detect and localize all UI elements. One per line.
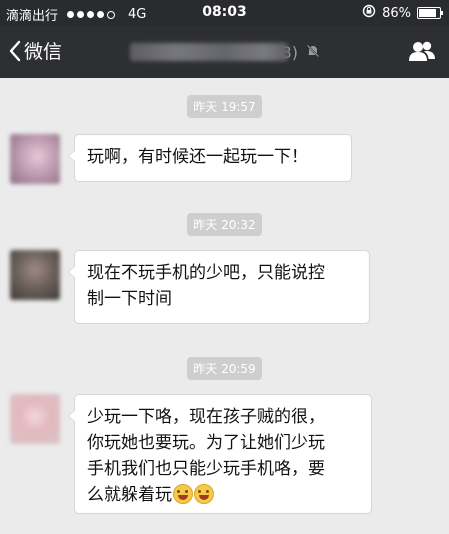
back-label: 微信 (24, 41, 63, 63)
mute-icon (306, 43, 320, 62)
avatar[interactable] (10, 394, 60, 444)
message-text-line: 你玩她也要玩。为了让她们少玩 (87, 433, 325, 453)
message-bubble[interactable]: 少玩一下咯，现在孩子贼的很， 你玩她也要玩。为了让她们少玩 手机我们也只能少玩手… (68, 394, 372, 514)
laughing-crying-emoji-icon (173, 484, 193, 504)
status-right: 86% (362, 4, 443, 22)
rotation-lock-icon (362, 4, 376, 22)
battery-percent: 86% (382, 5, 411, 21)
message-timestamp: 昨天 20:59 (0, 357, 449, 380)
laughing-crying-emoji-icon (194, 484, 214, 504)
message-bubble[interactable]: 现在不玩手机的少吧，只能说控 制一下时间 (68, 250, 370, 324)
blurred-group-name (130, 43, 288, 61)
avatar[interactable] (10, 134, 60, 184)
message-text-line: 现在不玩手机的少吧，只能说控 (87, 263, 325, 283)
group-members-button[interactable] (409, 40, 435, 66)
message-bubble[interactable]: 玩啊，有时候还一起玩一下！ (68, 134, 352, 182)
chat-area[interactable]: 昨天 19:57 玩啊，有时候还一起玩一下！ 昨天 20:32 现在不玩手机的少… (0, 78, 449, 534)
message-text-line: 么就躲着玩 (87, 482, 359, 508)
message-text-line: 手机我们也只能少玩手机咯，要 (87, 459, 325, 479)
chevron-left-icon (8, 40, 22, 62)
message-timestamp: 昨天 20:32 (0, 213, 449, 236)
message-text: 玩啊，有时候还一起玩一下！ (87, 147, 308, 167)
message-timestamp: 昨天 19:57 (0, 95, 449, 118)
people-icon (409, 41, 435, 66)
battery-icon (417, 7, 443, 19)
chat-title: 3) (130, 40, 320, 64)
avatar[interactable] (10, 250, 60, 300)
message-text-line: 少玩一下咯，现在孩子贼的很， (87, 407, 325, 427)
back-button[interactable]: 微信 (8, 37, 62, 64)
status-bar: 滴滴出行 4G 08:03 86% (0, 0, 449, 26)
nav-bar: 微信 3) (0, 26, 449, 78)
message-text-line: 制一下时间 (87, 289, 172, 309)
